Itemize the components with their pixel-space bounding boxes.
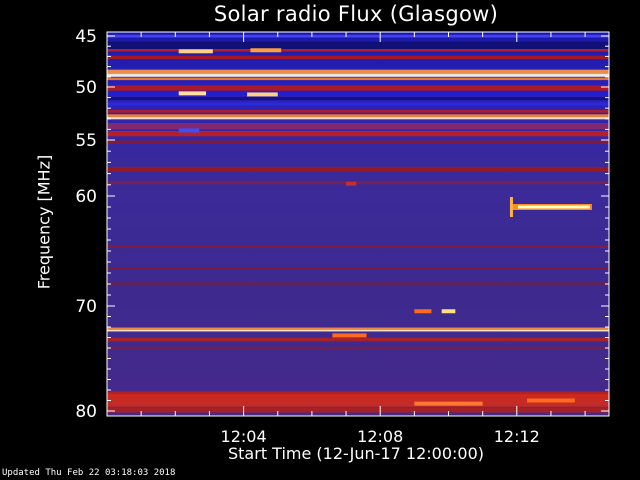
y-tick-label-5: 80 xyxy=(75,402,97,422)
intensity-band-5 xyxy=(107,69,609,74)
burst-onset-0 xyxy=(509,197,513,217)
hot-spot-2 xyxy=(178,91,207,96)
intensity-band-8 xyxy=(107,85,609,91)
hot-spot-0 xyxy=(178,49,213,54)
y-axis-label: Frequency [MHz] xyxy=(34,154,54,290)
y-tick-label-2: 55 xyxy=(75,131,97,151)
chart-title: Solar radio Flux (Glasgow) xyxy=(213,2,499,26)
intensity-band-24 xyxy=(107,329,609,332)
hot-spot-7 xyxy=(441,309,456,314)
intensity-band-1 xyxy=(107,34,609,38)
intensity-band-10 xyxy=(107,97,609,101)
hot-spot-8 xyxy=(332,333,367,338)
intensity-band-22 xyxy=(107,282,609,286)
hot-spot-10 xyxy=(527,398,575,403)
intensity-band-20 xyxy=(107,245,609,248)
x-axis-label: Start Time (12-Jun-17 12:00:00) xyxy=(228,444,484,463)
y-tick-label-4: 70 xyxy=(75,297,97,317)
intensity-band-17 xyxy=(107,140,609,144)
updated-timestamp: Updated Thu Feb 22 03:18:03 2018 xyxy=(2,468,176,478)
hot-spot-6 xyxy=(414,309,432,314)
hot-spot-1 xyxy=(250,48,282,53)
burst-core-0 xyxy=(517,205,590,209)
intensity-band-21 xyxy=(107,267,609,270)
intensity-band-25 xyxy=(107,337,609,342)
intensity-band-15 xyxy=(107,123,609,130)
intensity-band-19 xyxy=(107,180,609,185)
hot-spot-5 xyxy=(346,181,357,186)
y-tick-label-1: 50 xyxy=(75,78,97,98)
intensity-band-14 xyxy=(107,117,609,120)
hot-spot-9 xyxy=(414,401,483,406)
y-tick-label-0: 45 xyxy=(75,27,97,47)
intensity-band-29 xyxy=(107,407,609,413)
intensity-band-18 xyxy=(107,166,609,172)
intensity-band-12 xyxy=(107,110,609,113)
intensity-band-6 xyxy=(107,73,609,77)
intensity-band-26 xyxy=(107,346,609,350)
hot-spot-3 xyxy=(247,92,278,97)
intensity-band-11 xyxy=(107,102,609,106)
intensity-band-7 xyxy=(107,77,609,81)
spectrogram-chart: 455055607080 12:04 12:08 12:12 xyxy=(75,27,610,446)
hot-spot-4 xyxy=(178,128,200,133)
intensity-band-4 xyxy=(107,55,609,60)
y-tick-label-3: 60 xyxy=(75,187,97,207)
